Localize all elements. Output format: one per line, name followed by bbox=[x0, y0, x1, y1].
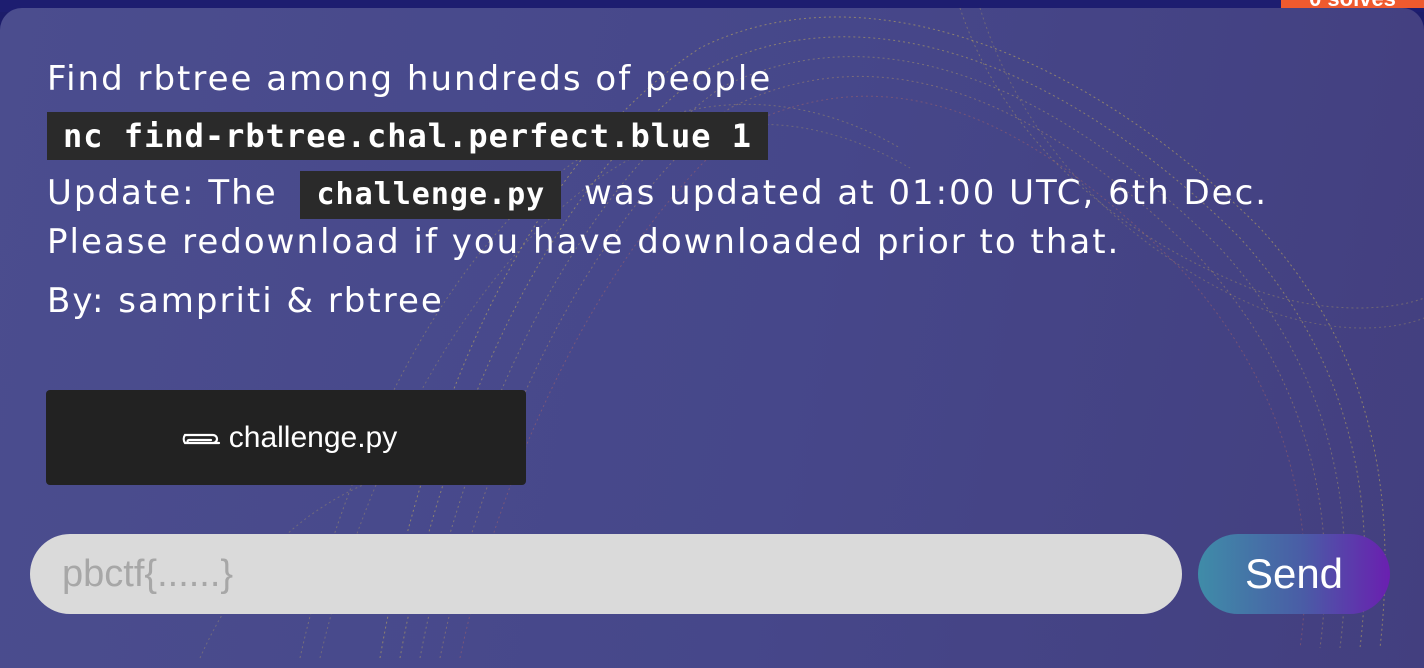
attachment-filename: challenge.py bbox=[228, 420, 398, 454]
send-button[interactable]: Send bbox=[1198, 534, 1390, 614]
download-attachment-button[interactable]: challenge.py bbox=[46, 390, 526, 485]
challenge-authors: By: sampriti & rbtree bbox=[47, 281, 444, 321]
flag-input[interactable] bbox=[30, 534, 1182, 614]
update-notice: Update: The challenge.py was updated at … bbox=[47, 170, 1347, 265]
challenge-title: Find rbtree among hundreds of people bbox=[47, 59, 773, 99]
solves-badge: 0 solves bbox=[1281, 0, 1424, 8]
update-filename-code: challenge.py bbox=[300, 171, 562, 219]
challenge-description: Find rbtree among hundreds of people nc … bbox=[47, 58, 1347, 323]
paperclip-icon bbox=[182, 433, 220, 444]
connection-command: nc find-rbtree.chal.perfect.blue 1 bbox=[47, 112, 769, 160]
update-prefix: Update: The bbox=[47, 173, 278, 213]
connection-command-line: nc find-rbtree.chal.perfect.blue 1 bbox=[47, 112, 1347, 160]
